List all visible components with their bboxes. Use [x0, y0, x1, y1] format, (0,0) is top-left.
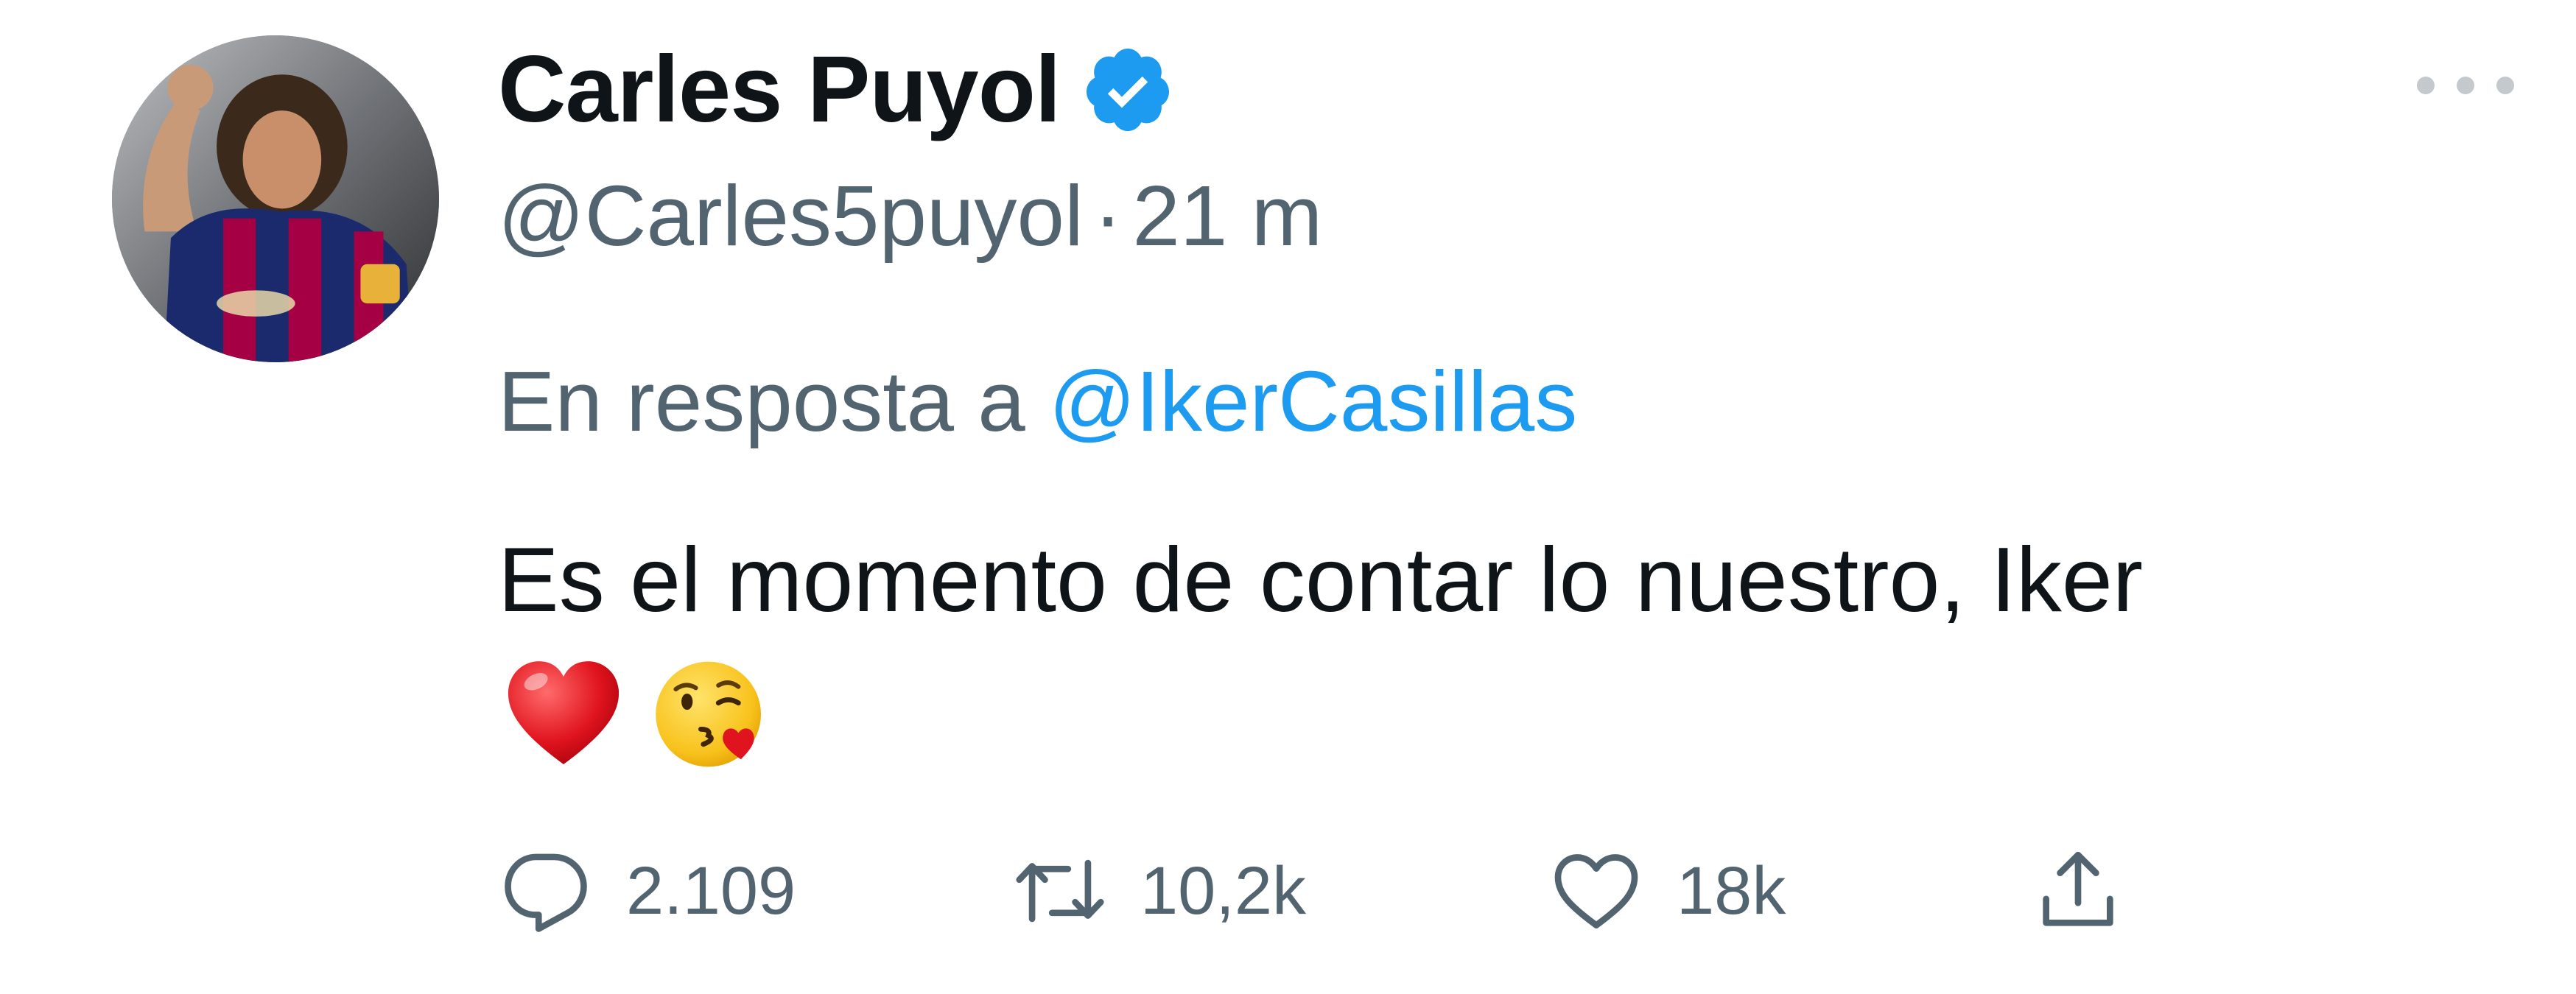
reply-count: 2.109 [626, 853, 796, 928]
meta-separator: · [1093, 168, 1123, 264]
tweet-action-bar: 2.109 10,2k 18k [498, 839, 2266, 942]
retweet-icon [1016, 859, 1104, 923]
author-name-row: Carles Puyol [498, 31, 1175, 149]
heart-icon [1554, 854, 1638, 928]
profile-photo [112, 35, 439, 362]
like-button[interactable]: 18k [1548, 839, 1786, 942]
retweet-count: 10,2k [1140, 853, 1307, 928]
reply-to-mention[interactable]: @IkerCasillas [1049, 353, 1577, 449]
share-button[interactable] [2030, 839, 2126, 942]
reply-prefix: En resposta a [498, 353, 1025, 449]
avatar[interactable] [112, 35, 439, 362]
like-count: 18k [1677, 853, 1786, 928]
author-display-name[interactable]: Carles Puyol [498, 31, 1061, 149]
tweet-card: Carles Puyol @Carles5puyol · 21 m En respo… [0, 0, 2576, 994]
retweet-button[interactable]: 10,2k [1012, 839, 1306, 942]
reply-icon [505, 853, 587, 932]
reply-button[interactable]: 2.109 [498, 839, 796, 942]
reply-context: En resposta a @IkerCasillas [498, 346, 1577, 457]
red-heart-emoji [508, 661, 620, 764]
author-meta: @Carles5puyol · 21 m [498, 161, 1322, 271]
tweet-text: Es el momento de contar lo nuestro, Iker [498, 529, 2144, 631]
tweet-timestamp[interactable]: 21 m [1132, 168, 1322, 264]
verified-badge-icon [1087, 49, 1170, 131]
author-handle[interactable]: @Carles5puyol [498, 168, 1084, 264]
more-options-icon[interactable] [2408, 63, 2523, 107]
face-blowing-kiss-emoji [656, 661, 761, 767]
share-icon [2043, 851, 2113, 926]
tweet-emojis [501, 648, 773, 780]
